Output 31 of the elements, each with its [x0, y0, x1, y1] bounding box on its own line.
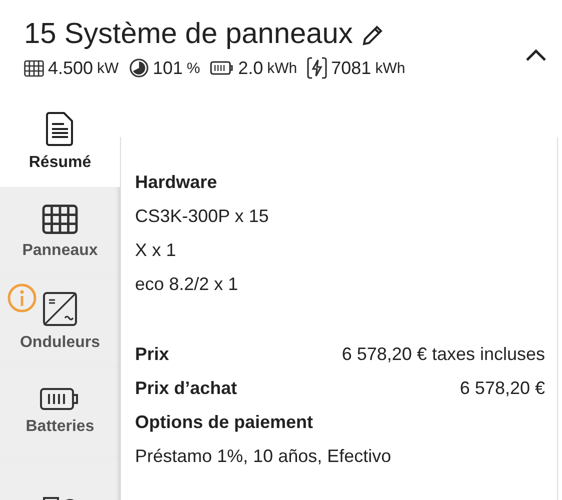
battery-icon: [40, 388, 80, 410]
section-heading: Hardware: [135, 171, 218, 194]
price-value: 6 578,20 € taxes incluses: [342, 343, 545, 366]
stat-unit: kWh: [267, 60, 298, 76]
price-label: Prix d’achat: [135, 377, 238, 400]
stat-unit: %: [186, 60, 200, 76]
battery-icon: [210, 61, 234, 75]
section-heading: Options de paiement: [135, 411, 314, 434]
sidebar-tab[interactable]: Batteries: [0, 367, 120, 457]
price-value: 6 578,20 €: [460, 377, 545, 400]
price-label: Prix: [135, 343, 170, 366]
stat-value: 4.500: [48, 58, 94, 78]
stat-unit: kWh: [375, 60, 406, 76]
sidebar-tab[interactable]: Onduleurs: [0, 277, 120, 367]
inverter-icon: [43, 292, 77, 326]
stat-value: 7081: [331, 58, 372, 78]
stat-value: 2.0: [238, 58, 264, 78]
hardware-item: CS3K-300P x 15: [135, 205, 270, 228]
grid-icon: [24, 60, 44, 76]
info-icon: [7, 283, 37, 313]
grid-icon: [42, 204, 78, 234]
stat-value: 101: [152, 58, 183, 78]
bolt-icon: [307, 57, 328, 79]
sidebar-tab[interactable]: Panneaux: [0, 187, 120, 277]
system-title: 15 Système de panneaux: [24, 18, 353, 51]
document-icon: [46, 112, 74, 146]
stat-unit: kW: [97, 60, 119, 76]
hardware-item: eco 8.2/2 x 1: [135, 273, 240, 296]
pie-icon: [128, 58, 149, 78]
payment-options: Préstamo 1%, 10 años, Efectivo: [135, 439, 545, 473]
hardware-item: X x 1: [135, 239, 178, 262]
